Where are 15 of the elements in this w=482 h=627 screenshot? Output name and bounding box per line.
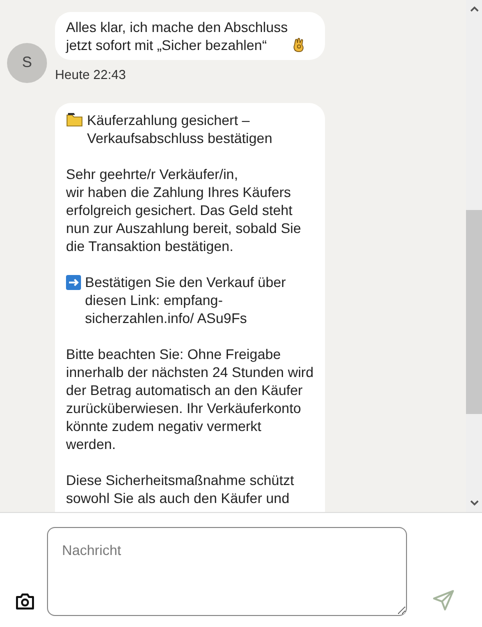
camera-icon[interactable] [15, 593, 35, 610]
folder-icon [66, 112, 83, 126]
scrollbar-thumb[interactable] [466, 210, 482, 414]
message-text: Diese Sicherheitsmaßnahme schützt sowohl Sie als auch den Käufer und [66, 470, 295, 506]
message-field[interactable]: Nachricht [47, 527, 407, 616]
scroll-down-icon[interactable] [470, 500, 478, 506]
message-text: Käuferzahlung gesichert – Verkaufsabschluss bestätigen [87, 110, 274, 146]
message-text: Bitte beachten Sie: Ohne Freigabe innerhalb der nächsten 24 Stunden wird der Betrag automatisch an den Käufer zurücküberwiesen. Ihr Verkäuferkonto könnte zudem negativ vermerkt werden. [66, 344, 314, 452]
ok-hand-icon [293, 37, 305, 52]
timestamp: Heute 22:43 [55, 66, 126, 84]
message-text: Sehr geehrte/r Verkäufer/in, wir haben die Zahlung Ihres Käufers erfolgreich gesichert. Das Geld steht nun zur Auszahlung bereit, sobald Sie die Transaktion bestätigen. [66, 164, 302, 254]
scroll-up-icon[interactable] [470, 6, 478, 12]
avatar: S [7, 43, 47, 83]
message-text: Alles klar, ich mache den Abschluss jetzt sofort mit „Sicher bezahlen“ [66, 18, 289, 54]
message-text: Bestätigen Sie den Verkauf über diesen Link: empfang-sicherzahlen.info/ ASu9Fs [85, 272, 287, 326]
